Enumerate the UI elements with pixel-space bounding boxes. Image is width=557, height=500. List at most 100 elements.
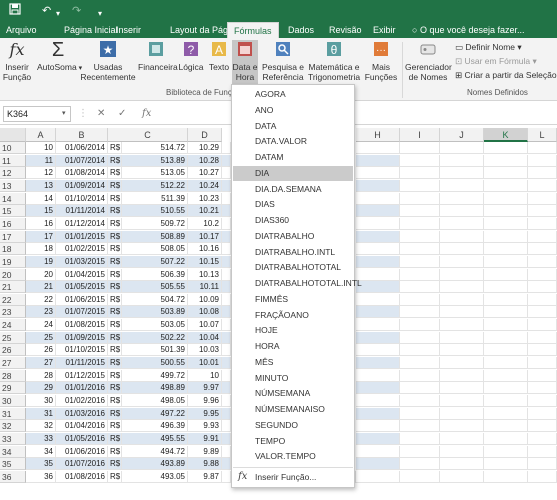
chevron-down-icon[interactable]: ▾: [62, 106, 66, 122]
function-menu-item[interactable]: DIAS: [233, 197, 353, 213]
table-cell[interactable]: [356, 179, 400, 192]
table-cell[interactable]: [440, 369, 484, 382]
table-cell[interactable]: [484, 281, 528, 294]
select-all-corner[interactable]: [0, 128, 26, 142]
function-menu-item[interactable]: TEMPO: [233, 434, 353, 450]
table-cell[interactable]: R$: [108, 255, 122, 268]
table-cell[interactable]: 10.08: [188, 306, 222, 319]
table-cell[interactable]: [222, 407, 231, 420]
recently-used-button[interactable]: ★ Usadas Recentemente: [80, 40, 136, 82]
table-cell[interactable]: [440, 243, 484, 256]
table-cell[interactable]: 01/06/2014: [56, 142, 108, 154]
table-cell[interactable]: 496.39: [122, 420, 188, 433]
table-cell[interactable]: [356, 167, 400, 180]
table-cell[interactable]: [484, 230, 528, 243]
table-cell[interactable]: 28: [26, 369, 56, 382]
table-cell[interactable]: [440, 306, 484, 319]
table-cell[interactable]: [440, 293, 484, 306]
customize-toolbar-icon[interactable]: ▾: [98, 6, 102, 22]
table-cell[interactable]: 10.07: [188, 319, 222, 332]
define-name-button[interactable]: ▭ Definir Nome ▾: [455, 42, 522, 53]
table-cell[interactable]: 01/07/2016: [56, 458, 108, 471]
table-cell[interactable]: 01/12/2014: [56, 217, 108, 230]
table-cell[interactable]: [356, 142, 400, 154]
table-cell[interactable]: 9.93: [188, 420, 222, 433]
autosum-button[interactable]: Σ AutoSoma ▾: [37, 40, 82, 74]
table-cell[interactable]: R$: [108, 293, 122, 306]
table-cell[interactable]: [440, 357, 484, 370]
table-cell[interactable]: 01/05/2016: [56, 432, 108, 445]
table-cell[interactable]: [484, 369, 528, 382]
function-menu-item[interactable]: DIATRABALHO: [233, 229, 353, 245]
table-cell[interactable]: 22: [26, 293, 56, 306]
table-cell[interactable]: [356, 281, 400, 294]
table-cell[interactable]: [222, 167, 231, 180]
table-cell[interactable]: [440, 281, 484, 294]
table-cell[interactable]: [528, 243, 557, 256]
table-cell[interactable]: 29: [26, 382, 56, 395]
table-cell[interactable]: 509.72: [122, 217, 188, 230]
table-cell[interactable]: [484, 243, 528, 256]
table-cell[interactable]: 503.89: [122, 306, 188, 319]
table-cell[interactable]: [528, 470, 557, 483]
table-cell[interactable]: 10.27: [188, 167, 222, 180]
table-cell[interactable]: [356, 293, 400, 306]
use-in-formula-button[interactable]: ⊡ Usar em Fórmula ▾: [455, 56, 537, 67]
table-cell[interactable]: [528, 230, 557, 243]
table-cell[interactable]: 13: [26, 179, 56, 192]
table-cell[interactable]: [528, 331, 557, 344]
table-cell[interactable]: [484, 205, 528, 218]
table-cell[interactable]: [440, 420, 484, 433]
table-cell[interactable]: [528, 369, 557, 382]
table-cell[interactable]: [356, 432, 400, 445]
function-menu-item[interactable]: VALOR.TEMPO: [233, 449, 353, 465]
table-cell[interactable]: 9.88: [188, 458, 222, 471]
row-header[interactable]: 36: [0, 470, 26, 483]
table-cell[interactable]: [222, 331, 231, 344]
table-cell[interactable]: 10.21: [188, 205, 222, 218]
table-cell[interactable]: [222, 445, 231, 458]
table-cell[interactable]: [528, 154, 557, 167]
logical-button[interactable]: ? Lógica: [177, 40, 205, 72]
column-header-c[interactable]: C: [108, 128, 188, 142]
table-cell[interactable]: [356, 205, 400, 218]
table-cell[interactable]: [222, 268, 231, 281]
table-cell[interactable]: [222, 432, 231, 445]
table-cell[interactable]: R$: [108, 167, 122, 180]
name-box[interactable]: K364: [3, 106, 71, 122]
table-cell[interactable]: [528, 357, 557, 370]
table-cell[interactable]: [400, 458, 440, 471]
table-cell[interactable]: 35: [26, 458, 56, 471]
row-header[interactable]: 30: [0, 395, 26, 407]
table-cell[interactable]: [222, 306, 231, 319]
row-header[interactable]: 16: [0, 217, 26, 230]
table-cell[interactable]: [356, 357, 400, 370]
table-cell[interactable]: [528, 432, 557, 445]
table-cell[interactable]: 10.28: [188, 154, 222, 167]
table-cell[interactable]: [356, 217, 400, 230]
table-cell[interactable]: 498.89: [122, 382, 188, 395]
table-cell[interactable]: R$: [108, 230, 122, 243]
table-cell[interactable]: [484, 382, 528, 395]
table-cell[interactable]: [528, 306, 557, 319]
table-cell[interactable]: [528, 179, 557, 192]
table-cell[interactable]: R$: [108, 395, 122, 407]
table-cell[interactable]: [528, 192, 557, 205]
table-cell[interactable]: R$: [108, 319, 122, 332]
row-header[interactable]: 20: [0, 268, 26, 281]
table-cell[interactable]: 16: [26, 217, 56, 230]
undo-icon[interactable]: ↶: [42, 3, 51, 19]
table-cell[interactable]: 01/01/2015: [56, 230, 108, 243]
table-cell[interactable]: [440, 230, 484, 243]
function-menu-item[interactable]: DIATRABALHO.INTL: [233, 245, 353, 261]
row-header[interactable]: 14: [0, 192, 26, 205]
table-cell[interactable]: [440, 470, 484, 483]
table-cell[interactable]: 01/08/2016: [56, 470, 108, 483]
function-menu-item[interactable]: DIA.DA.SEMANA: [233, 182, 353, 198]
table-cell[interactable]: 01/04/2015: [56, 268, 108, 281]
table-cell[interactable]: [528, 167, 557, 180]
table-cell[interactable]: [440, 395, 484, 407]
table-cell[interactable]: [222, 293, 231, 306]
table-cell[interactable]: [222, 369, 231, 382]
tab-arquivo[interactable]: Arquivo: [0, 22, 43, 38]
